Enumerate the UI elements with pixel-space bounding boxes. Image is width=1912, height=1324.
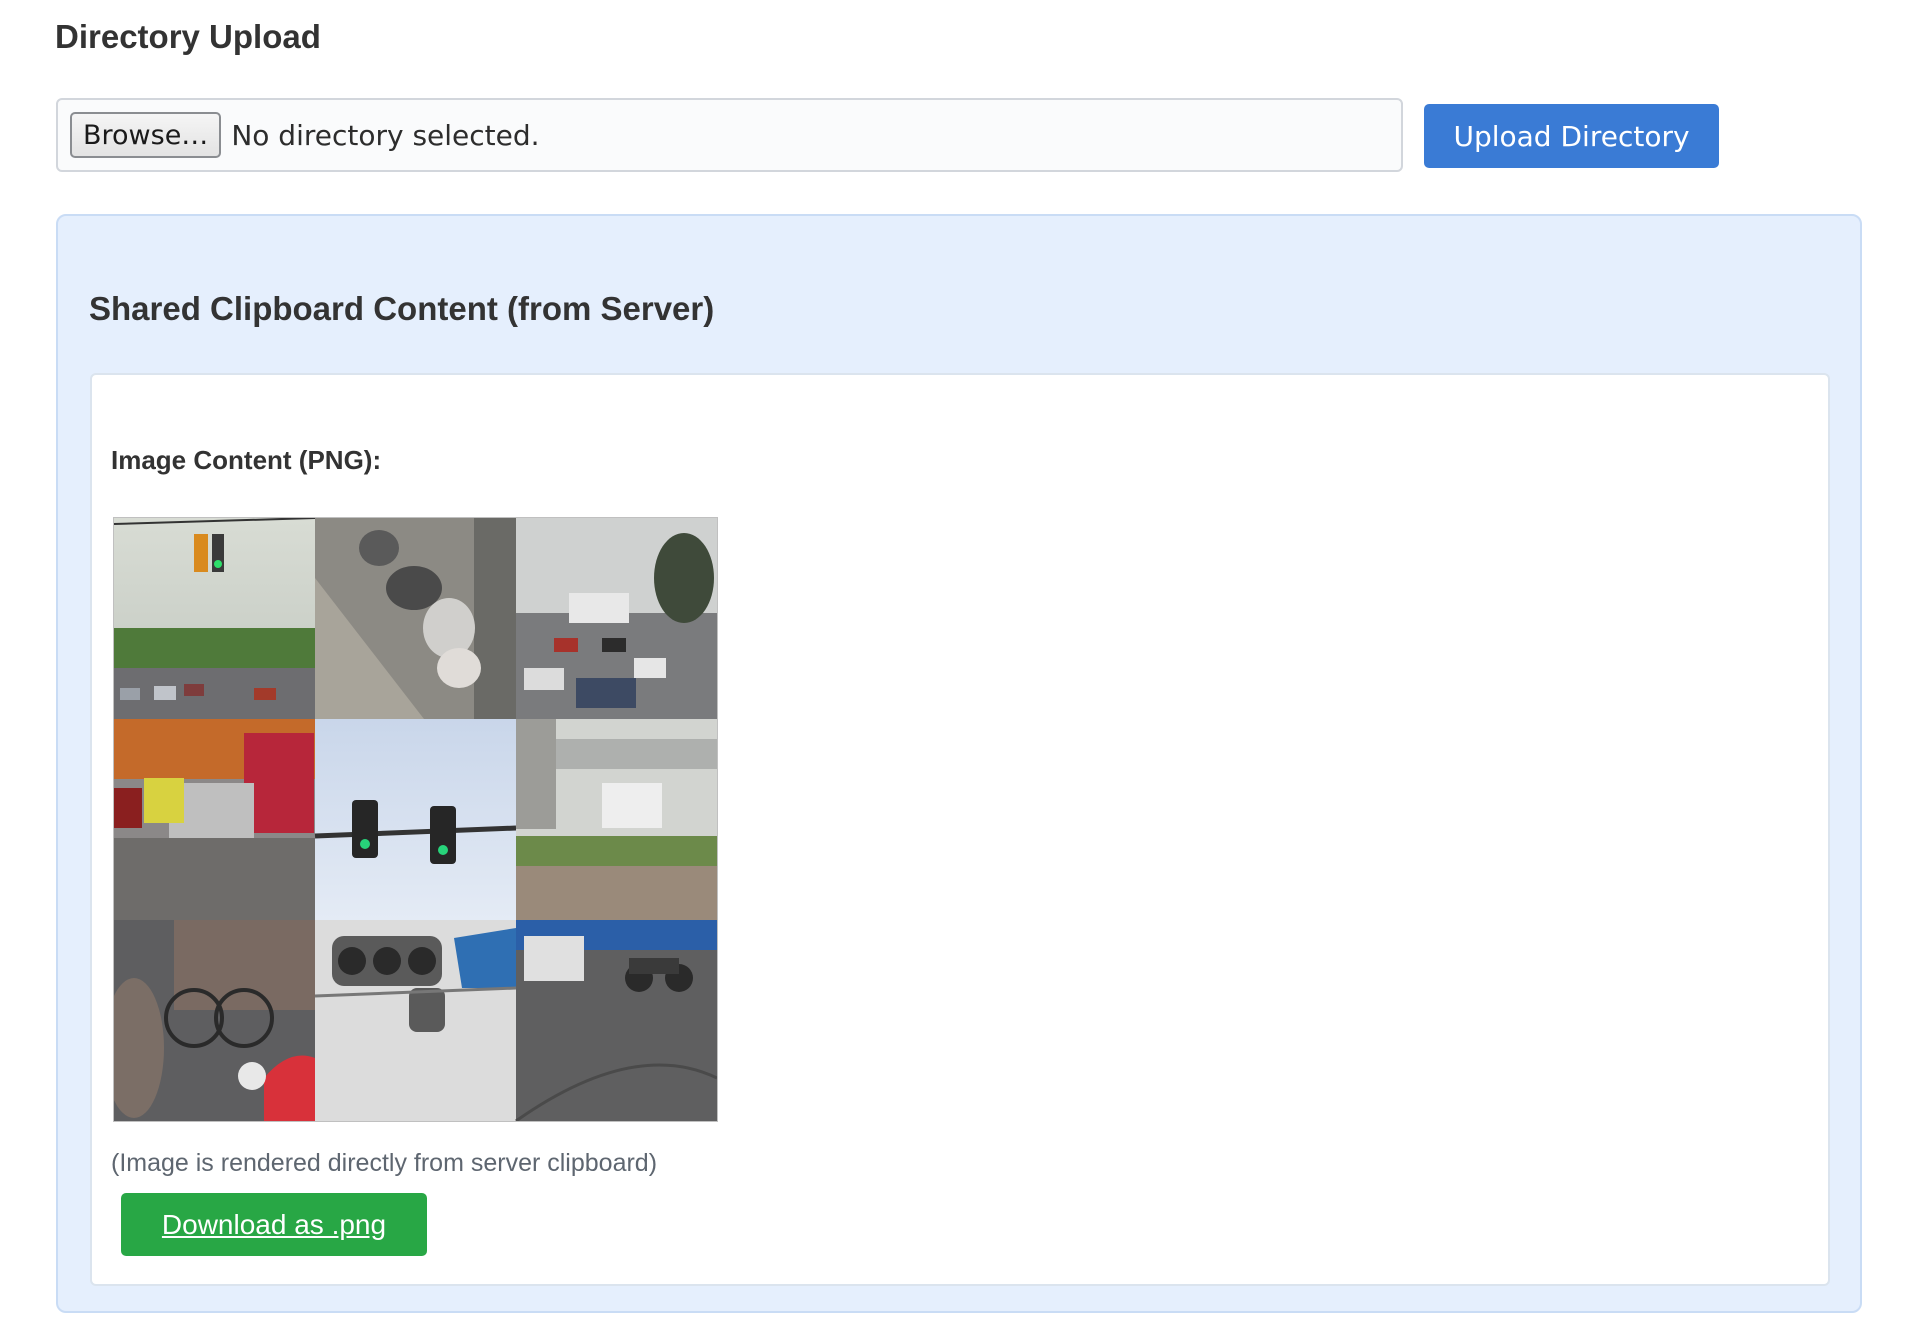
tile-parked-cars-shops: [114, 719, 315, 920]
clipboard-panel: Shared Clipboard Content (from Server) I…: [56, 214, 1862, 1313]
tile-bicycle-car: [114, 920, 315, 1121]
clipboard-content-card: Image Content (PNG): (Image is rendered …: [90, 373, 1830, 1286]
tile-street-traffic: [516, 518, 717, 719]
tile-parked-scooters: [315, 518, 516, 719]
tile-traffic-lights-sky: [314, 719, 517, 920]
tile-cars-motorbike: [515, 920, 717, 1121]
directory-file-input[interactable]: Browse… No directory selected.: [56, 98, 1403, 172]
tile-traffic-light-sign: [314, 920, 517, 1121]
browse-button[interactable]: Browse…: [70, 112, 222, 158]
tile-traffic-light-street: [114, 518, 316, 719]
image-note: (Image is rendered directly from server …: [111, 1149, 658, 1177]
upload-directory-button[interactable]: Upload Directory: [1424, 104, 1719, 168]
download-png-button[interactable]: Download as .png: [121, 1193, 427, 1256]
tile-overpass-field: [516, 719, 717, 920]
image-content-label: Image Content (PNG):: [111, 445, 382, 475]
directory-upload-title: Directory Upload: [55, 18, 321, 55]
page: Directory Upload Browse… No directory se…: [0, 0, 1912, 1324]
file-status-text: No directory selected.: [231, 118, 540, 152]
clipboard-image: [113, 517, 718, 1122]
clipboard-title: Shared Clipboard Content (from Server): [89, 290, 715, 327]
